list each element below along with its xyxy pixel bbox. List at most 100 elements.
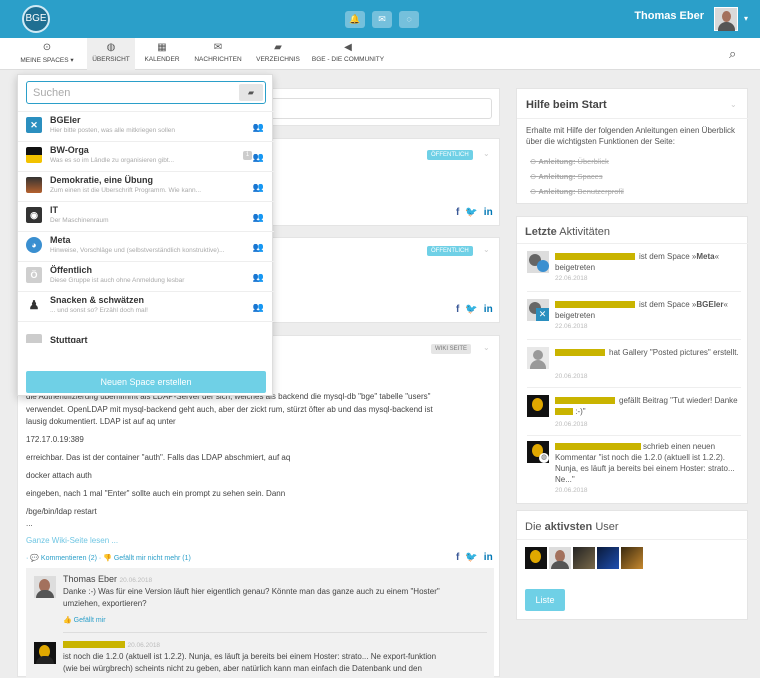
comments-section: Thomas Eber 20.06.2018 Danke :-) Was für… — [26, 568, 494, 678]
space-title: IT — [50, 205, 58, 215]
activity-text: ist dem Space »Meta« beigetreten — [555, 252, 720, 272]
comment-avatar[interactable] — [34, 642, 56, 664]
user-avatar[interactable] — [714, 7, 738, 31]
space-search-input[interactable] — [33, 85, 233, 100]
members-icon: 👥 — [252, 212, 264, 222]
help-link-spaces[interactable]: ⊙ Anleitung: Spaces — [530, 172, 603, 181]
nav-messages[interactable]: ✉ NACHRICHTEN — [190, 38, 246, 70]
divider — [527, 291, 741, 292]
members-icon: 👥 — [252, 122, 264, 132]
space-title: Demokratie, eine Übung — [50, 175, 154, 185]
space-title: BGEler — [50, 115, 81, 125]
help-link-profile[interactable]: ⊙ Anleitung: Benutzerprofil — [530, 187, 624, 196]
help-title: Hilfe beim Start — [526, 99, 607, 111]
nav-label: MEINE SPACES ▾ — [20, 57, 74, 64]
share-icons[interactable]: f 🐦 in — [456, 552, 493, 563]
nav-community[interactable]: ◀ BGE - DIE COMMUNITY — [310, 38, 386, 70]
space-item-demokratie[interactable]: Demokratie, eine Übung Zum einen ist die… — [18, 171, 274, 200]
wiki-text: lausig dokumentiert. LDAP ist auf aq unt… — [26, 417, 176, 426]
space-title: Stuttgart — [50, 335, 88, 343]
chevron-down-icon[interactable]: ⌄ — [483, 149, 490, 158]
divider — [527, 435, 741, 436]
nav-calendar[interactable]: ▦ KALENDER — [140, 38, 184, 70]
account-caret-icon[interactable]: ▾ — [744, 14, 748, 23]
space-item-bgeler[interactable]: ✕ BGEler Hier bitte posten, was alle mit… — [18, 111, 274, 140]
chevron-down-icon[interactable]: ⌄ — [483, 343, 490, 352]
activity-avatar — [527, 251, 549, 273]
activity-date: 20.06.2018 — [555, 421, 588, 428]
space-logo-icon: ♟ — [26, 297, 42, 313]
nav-overview[interactable]: ◍ ÜBERSICHT — [87, 38, 135, 70]
space-logo-icon: ✕ — [26, 117, 42, 133]
space-logo-icon: Ö — [26, 267, 42, 283]
comment-author[interactable]: 20.06.2018 — [63, 639, 160, 649]
space-title: BW-Orga — [50, 145, 89, 155]
space-description: Diese Gruppe ist auch ohne Anmeldung les… — [50, 277, 185, 284]
members-icon: 👥 — [252, 152, 264, 162]
space-title: Meta — [50, 235, 71, 245]
activity-avatar: ✕ — [527, 299, 549, 321]
user-list-button[interactable]: Liste — [525, 589, 565, 611]
activity-date: 20.06.2018 — [555, 373, 588, 380]
divider — [527, 339, 741, 340]
messages-envelope-icon[interactable]: ✉ — [372, 11, 392, 28]
share-icons[interactable]: f 🐦 in — [456, 304, 493, 315]
space-logo-icon: ◕ — [26, 237, 42, 253]
share-icons[interactable]: f 🐦 in — [456, 207, 493, 218]
help-link-overview[interactable]: ⊙ Anleitung: Überblick — [530, 157, 609, 166]
space-item-oeffentlich[interactable]: Ö Öffentlich Diese Gruppe ist auch ohne … — [18, 261, 274, 290]
nav-my-spaces[interactable]: ⊙ MEINE SPACES ▾ — [14, 38, 80, 70]
help-text: Erhalte mit Hilfe der folgenden Anleitun… — [526, 126, 736, 146]
nav-directory[interactable]: ▰ VERZEICHNIS — [253, 38, 303, 70]
space-item-it[interactable]: ◉ IT Der Maschinenraum 👥 — [18, 201, 274, 230]
activity-date: 22.06.2018 — [555, 323, 588, 330]
user-avatar[interactable] — [549, 547, 571, 569]
chat-bubble-icon[interactable]: ◌ — [399, 11, 419, 28]
user-avatar[interactable] — [525, 547, 547, 569]
comment-text: ist noch die 1.2.0 (aktuell ist 1.2.2). … — [63, 652, 437, 661]
wiki-badge: WIKI SEITE — [431, 344, 472, 354]
redacted-name — [63, 641, 125, 649]
megaphone-icon: ◀ — [344, 42, 352, 53]
space-item-snacken[interactable]: ♟ Snacken & schwätzen ... und sonst so? … — [18, 291, 274, 320]
site-logo[interactable]: BGE — [22, 5, 50, 33]
space-item-meta[interactable]: ◕ Meta Hinweise, Vorschläge und (selbstv… — [18, 231, 274, 260]
notifications-bell-icon[interactable]: 🔔 — [345, 11, 365, 28]
wiki-text: /bge/bin/ldap restart — [26, 507, 97, 516]
space-description: Hier bitte posten, was alle mitkriegen s… — [50, 127, 176, 134]
activity-avatar: ◍ — [527, 441, 549, 463]
user-name[interactable]: Thomas Eber — [634, 10, 704, 22]
user-avatar[interactable] — [597, 547, 619, 569]
activity-text: gefällt Beitrag "Tut wieder! Danke :-)" — [555, 395, 741, 417]
space-description: Zum einen ist die Überschrift Programm. … — [50, 187, 201, 194]
comment-author[interactable]: Thomas Eber 20.06.2018 — [63, 574, 152, 584]
members-icon: 👥 — [252, 242, 264, 252]
create-space-button[interactable]: Neuen Space erstellen — [26, 371, 266, 393]
read-more-link[interactable]: Ganze Wiki-Seite lesen ... — [26, 535, 496, 546]
activity-item[interactable]: ◍ schrieb einen neuen Kommentar "ist noc… — [527, 441, 741, 497]
space-item-bw-orga[interactable]: BW-Orga Was es so im Ländle zu organisie… — [18, 141, 274, 170]
search-icon[interactable]: ⌕ — [729, 46, 736, 62]
user-avatar[interactable] — [621, 547, 643, 569]
envelope-icon: ✉ — [213, 42, 223, 53]
divider — [517, 539, 749, 540]
divider — [527, 387, 741, 388]
wiki-text: docker attach auth — [26, 471, 92, 480]
activity-date: 20.06.2018 — [555, 487, 588, 494]
directory-book-icon[interactable]: ▰ — [239, 84, 263, 101]
space-item-stuttgart[interactable]: Stuttgart — [18, 321, 274, 343]
space-description: Der Maschinenraum — [50, 217, 109, 224]
chevron-down-icon[interactable]: ⌄ — [483, 245, 490, 254]
space-logo-icon — [26, 334, 42, 343]
members-icon: 👥 — [252, 182, 264, 192]
like-link[interactable]: 👍 Gefällt mir — [63, 616, 106, 624]
activity-text: ist dem Space »BGEler« beigetreten — [555, 300, 728, 320]
spaces-icon: ⊙ — [42, 42, 52, 53]
activity-avatar — [527, 395, 549, 417]
comment-avatar[interactable] — [34, 576, 56, 598]
chevron-down-icon[interactable]: ⌄ — [730, 100, 737, 109]
post-actions[interactable]: · 💬 Kommentieren (2) · 👎 Gefällt mir nic… — [26, 553, 496, 564]
nav-label: NACHRICHTEN — [194, 56, 242, 63]
user-avatar[interactable] — [573, 547, 595, 569]
activities-title: Letzte Aktivitäten — [525, 226, 610, 238]
